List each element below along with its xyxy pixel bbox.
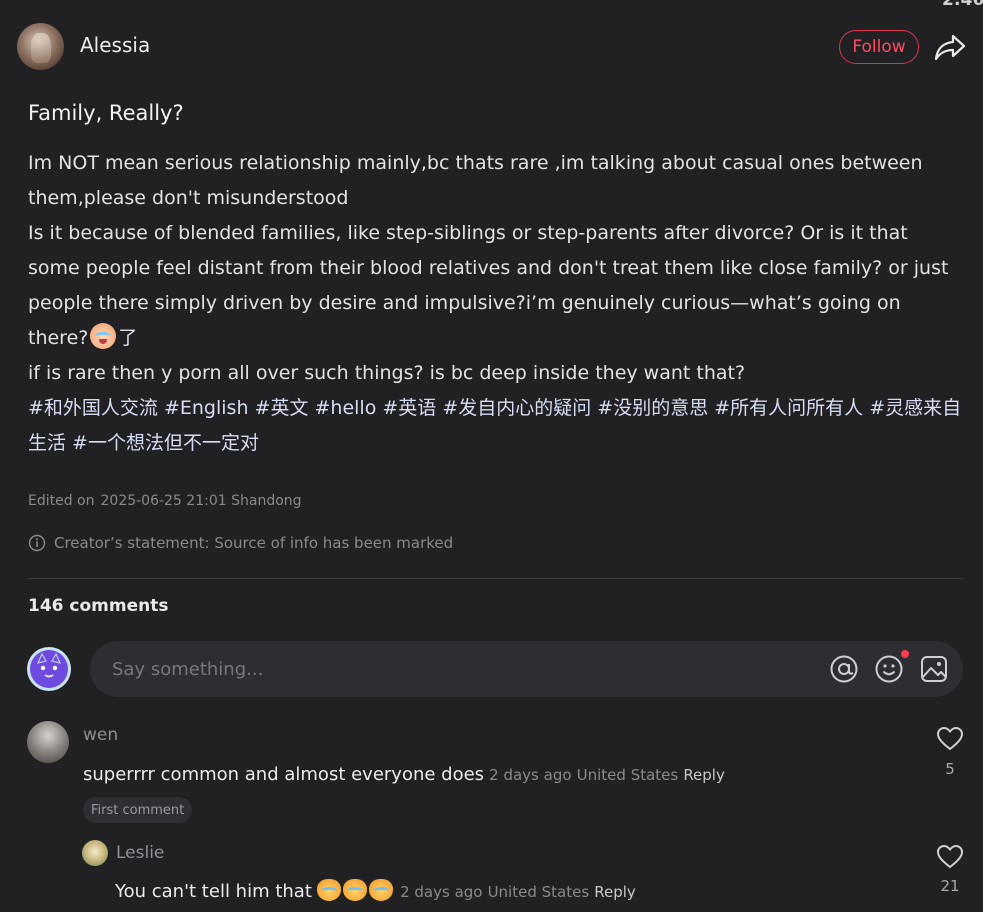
comment-time: 2 days ago [489,766,572,784]
cat-avatar-icon [30,650,68,688]
image-icon[interactable] [919,654,949,684]
comment-location: United States [576,766,679,784]
post-body-line-2-suffix: 了 [118,327,138,349]
share-icon[interactable] [933,31,967,63]
crying-cat-emoji-icon [368,879,393,901]
heart-icon[interactable] [936,844,964,870]
comment-body: You can't tell him that 2 days ago Unite… [115,879,636,902]
status-clock: 2:46 [942,0,983,10]
at-icon[interactable] [829,654,859,684]
post-body-line-1: Im NOT mean serious relationship mainly,… [28,152,929,209]
follow-button[interactable]: Follow [839,30,919,64]
creator-statement[interactable]: Creator’s statement: Source of info has … [28,534,453,552]
comment-location: United States [487,883,590,901]
notification-dot [901,650,909,658]
divider [28,578,963,579]
comment-text: You can't tell him that [115,881,312,902]
post-body-line-2: Is it because of blended families, like … [28,222,955,349]
author-name[interactable]: Alessia [80,33,150,57]
edited-label: Edited on [28,493,95,509]
post-body-line-3: if is rare then y porn all over such thi… [28,362,746,384]
commenter-avatar[interactable] [27,721,69,763]
like-count: 21 [940,877,960,895]
crying-face-emoji-icon [90,323,117,349]
reply-button[interactable]: Reply [594,883,636,901]
author-avatar[interactable] [17,23,64,70]
edited-date: 2025-06-25 21:01 Shandong [100,493,302,509]
crying-cat-emoji-icon [316,879,341,901]
info-icon [28,534,46,552]
reply-button[interactable]: Reply [683,766,725,784]
post-body: Im NOT mean serious relationship mainly,… [28,146,963,391]
commenter-name[interactable]: wen [83,725,118,745]
commenter-avatar[interactable] [82,840,108,866]
first-comment-badge: First comment [83,797,193,823]
comment-text: superrrr common and almost everyone does [83,764,485,785]
commenter-name[interactable]: Leslie [116,843,164,863]
like-count: 5 [945,760,955,778]
my-avatar[interactable] [27,647,71,691]
edited-info: Edited on 2025-06-25 21:01 Shandong [28,493,308,509]
creator-statement-text: Creator’s statement: Source of info has … [54,534,454,552]
comment-body: superrrr common and almost everyone does… [83,764,725,785]
crying-cat-emoji-icon [342,879,367,901]
comment-time: 2 days ago [400,883,483,901]
comment-input[interactable] [110,657,814,681]
post-tags[interactable]: #和外国人交流 #English #英文 #hello #英语 #发自内心的疑问… [28,391,963,461]
comment-count: 146 comments [28,596,169,616]
post-title: Family, Really? [28,101,184,125]
heart-icon[interactable] [936,726,964,752]
emoji-icon[interactable] [874,654,904,684]
